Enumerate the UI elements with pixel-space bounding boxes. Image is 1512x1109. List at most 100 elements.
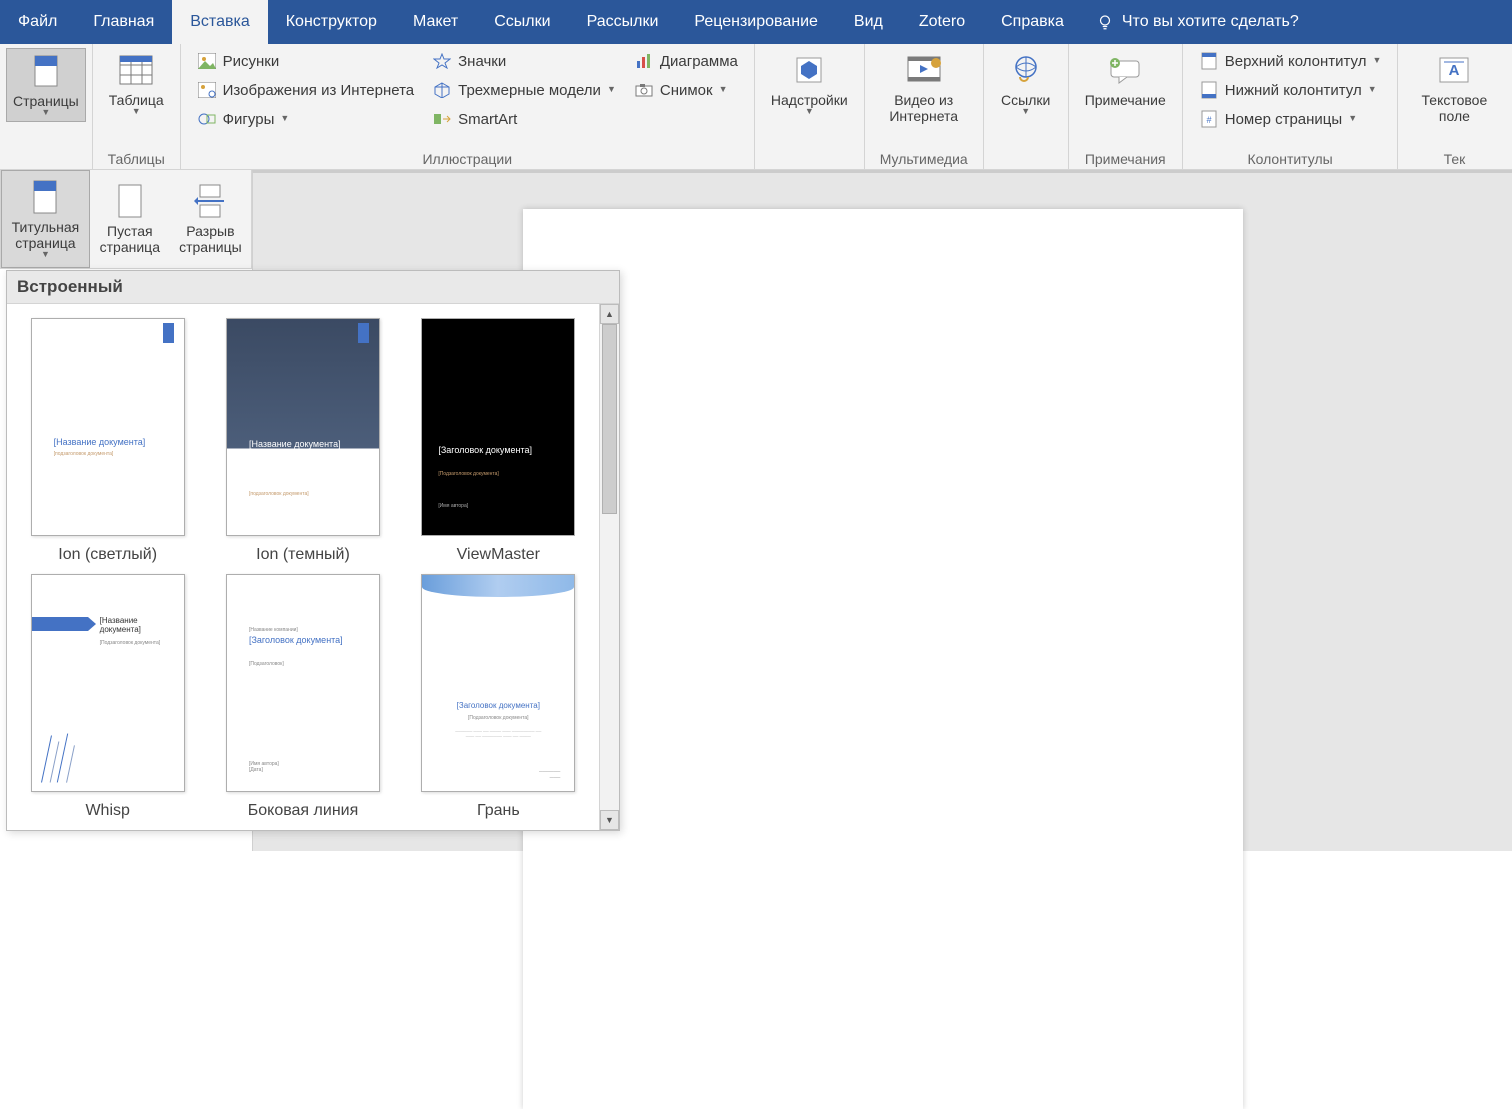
scroll-track[interactable] <box>600 324 619 810</box>
footer-icon <box>1199 80 1219 100</box>
screenshot-button[interactable]: Снимок ▼ <box>628 77 744 103</box>
tell-me-label: Что вы хотите сделать? <box>1122 13 1299 31</box>
menu-file[interactable]: Файл <box>0 0 75 44</box>
gallery-item-ion-dark[interactable]: [Название документа] [подзаголовок докум… <box>220 318 385 564</box>
header-button[interactable]: Верхний колонтитул ▼ <box>1193 48 1388 74</box>
footer-button[interactable]: Нижний колонтитул ▼ <box>1193 77 1388 103</box>
menu-home[interactable]: Главная <box>75 0 172 44</box>
ribbon: Страницы ▼ Таблица ▼ Таблицы Рисунки <box>0 44 1512 170</box>
table-icon <box>118 52 154 88</box>
smartart-button[interactable]: SmartArt <box>426 106 622 132</box>
smartart-icon <box>432 109 452 129</box>
tell-me-search[interactable]: Что вы хотите сделать? <box>1082 0 1313 44</box>
svg-text:#: # <box>1206 115 1211 125</box>
chart-button[interactable]: Диаграмма <box>628 48 744 74</box>
chevron-down-icon: ▼ <box>607 84 616 94</box>
addins-button[interactable]: Надстройки ▼ <box>765 48 854 120</box>
cube-icon <box>432 80 452 100</box>
gallery-item-viewmaster[interactable]: [Заголовок документа] [Подзаголовок доку… <box>416 318 581 564</box>
cover-page-gallery: Встроенный [Название документа] [подзаго… <box>6 270 620 831</box>
group-media: Видео из Интернета Мультимедиа <box>865 44 984 169</box>
group-links: Ссылки ▼ <box>984 44 1069 169</box>
blank-page-button[interactable]: Пустая страница <box>90 170 170 268</box>
cover-page-icon <box>27 179 63 215</box>
textbox-icon: A <box>1436 52 1472 88</box>
pages-button[interactable]: Страницы ▼ <box>6 48 86 122</box>
menubar: Файл Главная Вставка Конструктор Макет С… <box>0 0 1512 44</box>
link-icon <box>1008 52 1044 88</box>
comment-button[interactable]: Примечание <box>1079 48 1172 112</box>
3d-models-button[interactable]: Трехмерные модели ▼ <box>426 77 622 103</box>
header-icon <box>1199 51 1219 71</box>
group-comments: Примечание Примечания <box>1069 44 1183 169</box>
online-picture-icon <box>197 80 217 100</box>
scroll-thumb[interactable] <box>602 324 617 514</box>
textbox-button[interactable]: A Текстовое поле <box>1408 48 1500 128</box>
page-icon <box>28 53 64 89</box>
addin-icon <box>791 52 827 88</box>
icons-button[interactable]: Значки <box>426 48 622 74</box>
menu-review[interactable]: Рецензирование <box>676 0 836 44</box>
chevron-down-icon: ▼ <box>41 107 50 117</box>
page-break-button[interactable]: Разрыв страницы <box>170 170 251 268</box>
document-page[interactable] <box>523 209 1243 1109</box>
menu-view[interactable]: Вид <box>836 0 901 44</box>
gallery-item-edge[interactable]: [Заголовок документа] [Подзаголовок доку… <box>416 574 581 820</box>
page-number-icon: # <box>1199 109 1219 129</box>
menu-mailings[interactable]: Рассылки <box>569 0 677 44</box>
menu-design[interactable]: Конструктор <box>268 0 395 44</box>
thumbnail: [Заголовок документа] [Подзаголовок доку… <box>421 574 575 792</box>
links-button[interactable]: Ссылки ▼ <box>994 48 1058 120</box>
chevron-down-icon: ▼ <box>1368 84 1377 94</box>
gallery-header: Встроенный <box>7 271 619 304</box>
gallery-item-ion-light[interactable]: [Название документа] [подзаголовок докум… <box>25 318 190 564</box>
page-break-icon <box>192 183 228 219</box>
group-headerfooter: Верхний колонтитул ▼ Нижний колонтитул ▼… <box>1183 44 1399 169</box>
group-tables: Таблица ▼ Таблицы <box>93 44 181 169</box>
pictures-button[interactable]: Рисунки <box>191 48 420 74</box>
scroll-up-button[interactable]: ▲ <box>600 304 619 324</box>
chevron-down-icon: ▼ <box>280 113 289 123</box>
thumbnail: [Название документа] [подзаголовок докум… <box>226 318 380 536</box>
scroll-down-button[interactable]: ▼ <box>600 810 619 830</box>
pages-subpanel: Титульная страница ▼ Пустая страница Раз… <box>0 170 252 269</box>
video-icon <box>906 52 942 88</box>
group-addins: Надстройки ▼ <box>755 44 865 169</box>
group-text: A Текстовое поле Тек <box>1398 44 1510 169</box>
chevron-down-icon: ▼ <box>719 84 728 94</box>
menu-layout[interactable]: Макет <box>395 0 476 44</box>
cover-page-button[interactable]: Титульная страница ▼ <box>1 170 90 268</box>
menu-help[interactable]: Справка <box>983 0 1082 44</box>
chevron-down-icon: ▼ <box>1348 113 1357 123</box>
online-video-button[interactable]: Видео из Интернета <box>875 48 973 128</box>
chevron-down-icon: ▼ <box>132 106 141 116</box>
gallery-item-whisp[interactable]: [Название документа] [Подзаголовок докум… <box>25 574 190 820</box>
chevron-down-icon: ▼ <box>41 249 50 259</box>
chevron-down-icon: ▼ <box>1021 106 1030 116</box>
thumbnail: [Заголовок документа] [Подзаголовок доку… <box>421 318 575 536</box>
blank-page-icon <box>112 183 148 219</box>
gallery-scrollbar[interactable]: ▲ ▼ <box>599 304 619 830</box>
group-pages: Страницы ▼ <box>0 44 93 169</box>
comment-icon <box>1107 52 1143 88</box>
icons-icon <box>432 51 452 71</box>
group-illustrations: Рисунки Изображения из Интернета Фигуры … <box>181 44 755 169</box>
shapes-button[interactable]: Фигуры ▼ <box>191 106 420 132</box>
table-button[interactable]: Таблица ▼ <box>103 48 170 120</box>
gallery-item-sideline[interactable]: [Название компании] [Заголовок документа… <box>220 574 385 820</box>
thumbnail: [Название компании] [Заголовок документа… <box>226 574 380 792</box>
chart-icon <box>634 51 654 71</box>
chevron-down-icon: ▼ <box>1372 55 1381 65</box>
lightbulb-icon <box>1096 13 1114 31</box>
thumbnail: [Название документа] [Подзаголовок докум… <box>31 574 185 792</box>
shapes-icon <box>197 109 217 129</box>
thumbnail: [Название документа] [подзаголовок докум… <box>31 318 185 536</box>
menu-references[interactable]: Ссылки <box>476 0 568 44</box>
page-number-button[interactable]: # Номер страницы ▼ <box>1193 106 1388 132</box>
picture-icon <box>197 51 217 71</box>
menu-insert[interactable]: Вставка <box>172 0 267 44</box>
online-pictures-button[interactable]: Изображения из Интернета <box>191 77 420 103</box>
menu-zotero[interactable]: Zotero <box>901 0 983 44</box>
camera-icon <box>634 80 654 100</box>
svg-text:A: A <box>1449 62 1460 79</box>
